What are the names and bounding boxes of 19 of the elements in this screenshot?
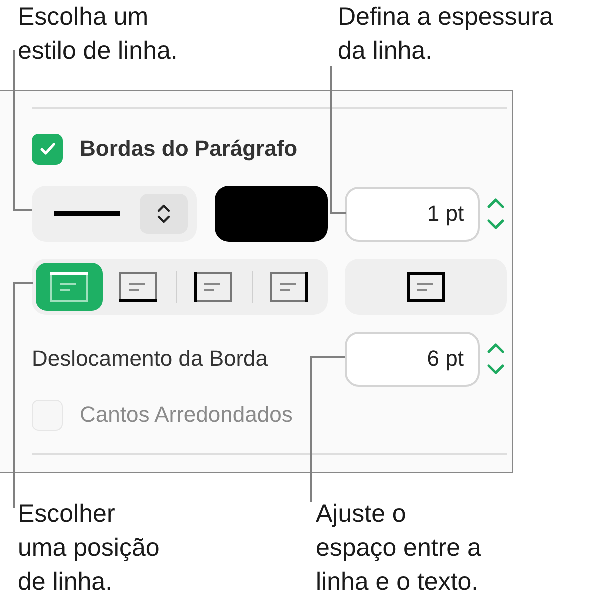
callout-text: Escolha um estilo de linha.	[18, 2, 179, 67]
color-well[interactable]	[214, 186, 328, 242]
border-position-icon	[194, 272, 232, 302]
outline-border-button[interactable]	[345, 259, 507, 315]
callout-text: Defina a espessura da linha.	[338, 2, 554, 67]
outline-border-icon	[407, 272, 445, 302]
up-down-chevron-icon	[140, 194, 188, 234]
border-position-icon	[270, 272, 308, 302]
offset-field[interactable]: 6 pt	[345, 332, 480, 386]
thickness-field[interactable]: 1 pt	[345, 186, 480, 242]
callout-text: Ajuste o espaço entre a linha e o texto.	[316, 499, 482, 598]
callout-text: Escolher uma posição de linha.	[18, 499, 161, 598]
line-style-selector[interactable]	[32, 186, 197, 242]
checkbox-label: Bordas do Parágrafo	[80, 136, 298, 162]
checkbox-label: Cantos Arredondados	[80, 402, 293, 428]
border-position-icon	[50, 272, 88, 302]
checkbox[interactable]	[32, 134, 63, 164]
offset-label: Deslocamento da Borda	[32, 346, 268, 372]
border-position-icon	[118, 272, 157, 302]
